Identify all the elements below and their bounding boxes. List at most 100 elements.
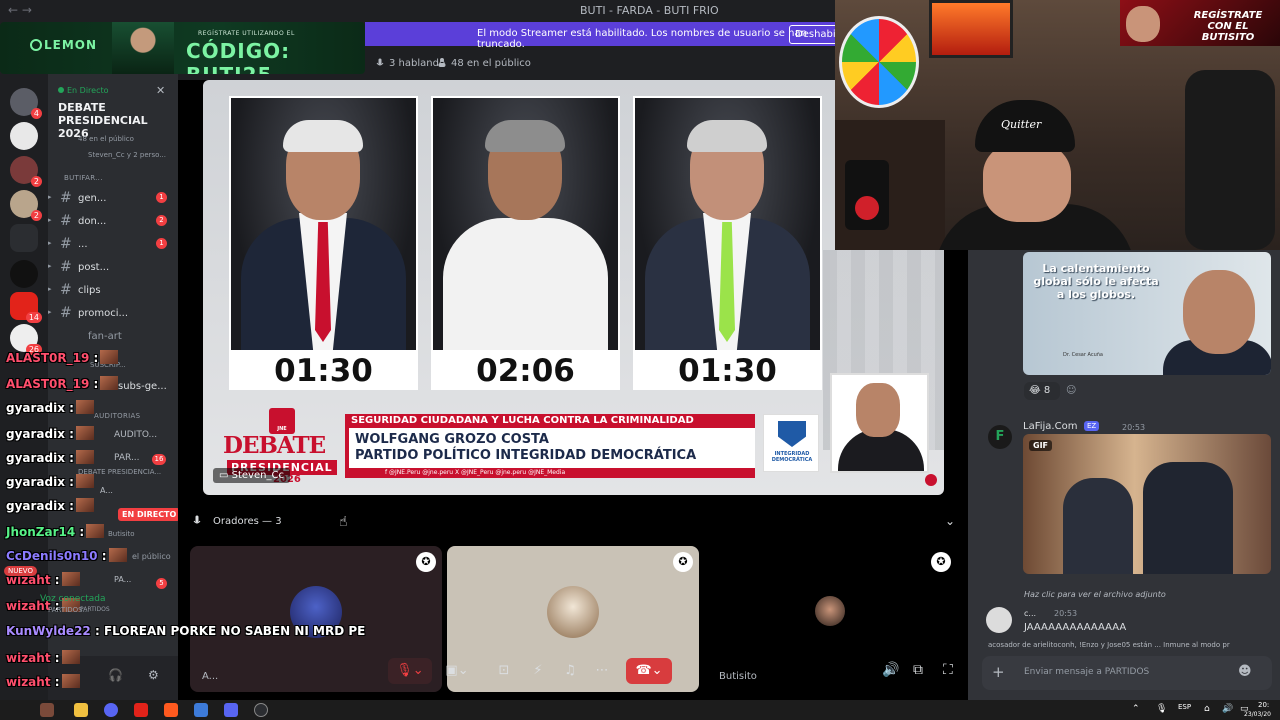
reaction-chip[interactable]: 😂 8 bbox=[1024, 382, 1060, 400]
hash-icon: # bbox=[60, 236, 72, 252]
category-header[interactable]: AUDITORIAS bbox=[94, 412, 140, 420]
close-icon[interactable]: ✕ bbox=[156, 84, 165, 97]
avatar bbox=[290, 586, 342, 638]
more-icon[interactable]: ⋯ bbox=[592, 658, 612, 684]
channel-item[interactable]: ▸ # gen... 1 bbox=[48, 188, 178, 208]
mute-button[interactable]: 🎙⌄ bbox=[388, 658, 432, 684]
emoji-icon[interactable]: ☻ bbox=[1238, 664, 1252, 679]
message-author[interactable]: LaFija.Com bbox=[1023, 421, 1077, 432]
camera-button[interactable]: ▣⌄ bbox=[438, 658, 476, 684]
stage-audience: 48 en el público bbox=[78, 135, 134, 143]
discord-icon[interactable] bbox=[224, 703, 238, 717]
plus-icon[interactable]: + bbox=[992, 663, 1005, 681]
taskbar-app-icon[interactable] bbox=[194, 703, 208, 717]
volume-icon[interactable]: 🔊 bbox=[1222, 704, 1233, 714]
gif-attachment[interactable]: GIF bbox=[1023, 434, 1271, 574]
social-handles: f @JNE.Peru @jne.peru X @JNE_Peru @jne.p… bbox=[345, 468, 755, 478]
server-icon[interactable] bbox=[10, 260, 38, 288]
fullscreen-icon[interactable]: ⛶ bbox=[943, 662, 953, 678]
speakers-header[interactable]: Oradores — 3 ⌄ bbox=[190, 512, 960, 532]
meme-image[interactable]: La calentamiento global sólo le afecta a… bbox=[1023, 252, 1271, 375]
category-header[interactable]: BUTIFAR... bbox=[64, 174, 103, 182]
server-icon[interactable]: 2 bbox=[10, 190, 42, 221]
ad-code-label: CÓDIGO: bbox=[186, 39, 291, 63]
debate-topic: SEGURIDAD CIUDADANA Y LUCHA CONTRA LA CR… bbox=[345, 414, 755, 428]
channel-item[interactable]: SUSCRIP... bbox=[48, 356, 178, 376]
star-icon[interactable]: ✪ bbox=[931, 552, 951, 572]
server-icon[interactable] bbox=[10, 122, 38, 150]
promo-banner: REGÍSTRATE CON EL BUTISITO bbox=[1120, 0, 1280, 46]
channel-item[interactable]: ▸ # clips bbox=[48, 280, 178, 300]
candidate-panel: 01:30 bbox=[633, 96, 822, 390]
screen-share-icon[interactable]: ⊡ bbox=[494, 658, 514, 684]
taskbar-app-icon[interactable] bbox=[134, 703, 148, 717]
network-icon[interactable]: ⌂ bbox=[1204, 704, 1210, 714]
unread-badge: 16 bbox=[152, 454, 166, 465]
server-icon[interactable]: 14 bbox=[10, 292, 42, 323]
leave-call-button[interactable]: ☎⌄ bbox=[626, 658, 672, 684]
reply-preview[interactable]: Haz clic para ver el archivo adjunto bbox=[1024, 590, 1166, 599]
voice-channel[interactable]: DEBATE PRESIDENCIA... bbox=[78, 468, 161, 486]
headphones-icon[interactable]: 🎧 bbox=[108, 668, 123, 682]
mic-icon[interactable]: 🎙 bbox=[1156, 704, 1167, 714]
voice-channel[interactable]: AUDITO... bbox=[114, 430, 157, 448]
hash-icon: # bbox=[60, 190, 72, 206]
back-forward-icon[interactable]: ← → bbox=[8, 3, 32, 17]
mic-icon bbox=[375, 58, 385, 71]
ad-banner[interactable]: LEMON REGÍSTRATE UTILIZANDO EL CÓDIGO: B… bbox=[0, 22, 365, 74]
stream-owner-tag: ▭ Steven_Cc bbox=[213, 468, 290, 483]
stream-video[interactable]: 01:30 02:06 01:30 JNE DEBATE SEGURIDAD C… bbox=[203, 80, 944, 495]
channel-item[interactable]: ▸ # post... bbox=[48, 257, 178, 277]
star-icon[interactable]: ✪ bbox=[673, 552, 693, 572]
avatar[interactable]: F bbox=[988, 425, 1012, 449]
folder-icon[interactable] bbox=[74, 703, 88, 717]
channel-item[interactable]: ▸ # promoci... bbox=[48, 303, 178, 323]
stage-people: Steven_Cc y 2 perso... bbox=[88, 151, 166, 159]
channel-name: don... bbox=[78, 216, 107, 227]
webcam-overlay: Quitter REGÍSTRATE CON EL BUTISITO bbox=[835, 0, 1280, 250]
server-icon[interactable]: 2 bbox=[10, 156, 42, 187]
candidate-party: PARTIDO POLÍTICO INTEGRIDAD DEMOCRÁTICA bbox=[355, 448, 697, 463]
hourglass-icon[interactable] bbox=[10, 224, 38, 252]
activity-icon[interactable]: ⚡ bbox=[528, 658, 548, 684]
channel-item[interactable]: subs-ge... bbox=[48, 376, 178, 396]
taskbar-app-icon[interactable] bbox=[254, 703, 268, 717]
language-indicator[interactable]: ESP bbox=[1178, 703, 1191, 711]
unread-badge: 2 bbox=[156, 215, 167, 226]
chevron-right-icon: ▸ bbox=[48, 193, 52, 201]
add-reaction-icon[interactable]: ☺ bbox=[1066, 385, 1076, 396]
channel-item[interactable]: ▸ # don... 2 bbox=[48, 211, 178, 231]
volume-icon[interactable]: 🔊 bbox=[882, 662, 899, 678]
candidate-screen bbox=[433, 98, 618, 350]
voice-channel[interactable]: A... bbox=[100, 486, 113, 504]
popout-icon[interactable]: ⧉ bbox=[913, 662, 923, 678]
meme-caption: La calentamiento global sólo le afecta a… bbox=[1033, 262, 1159, 301]
star-icon[interactable]: ✪ bbox=[416, 552, 436, 572]
chevron-right-icon: ▸ bbox=[48, 262, 52, 270]
root: ← → BUTI - FARDA - BUTI FRIO LEMON REGÍS… bbox=[0, 0, 1280, 720]
channel-item[interactable]: fan-art bbox=[48, 326, 178, 346]
gif-label: GIF bbox=[1029, 440, 1053, 451]
clock[interactable]: 20: bbox=[1258, 701, 1269, 709]
message-author[interactable]: c... bbox=[1024, 609, 1036, 618]
ad-small-text: REGÍSTRATE UTILIZANDO EL bbox=[198, 30, 295, 37]
voice-channel[interactable]: Butisito bbox=[108, 530, 135, 548]
brave-icon[interactable] bbox=[164, 703, 178, 717]
avatar[interactable] bbox=[986, 607, 1012, 633]
channel-name: gen... bbox=[78, 193, 107, 204]
disable-streamer-button[interactable]: Deshabi bbox=[789, 25, 842, 44]
voice-channel[interactable]: el público bbox=[132, 552, 171, 570]
taskbar-app-icon[interactable] bbox=[104, 703, 118, 717]
server-icon[interactable]: 4 bbox=[10, 88, 42, 119]
voice-badge-row: 5 bbox=[48, 574, 178, 589]
server-icon[interactable]: 26 bbox=[10, 324, 42, 355]
soundboard-icon[interactable]: ♫ bbox=[560, 658, 580, 684]
channel-item[interactable]: ▸ #... 1 bbox=[48, 234, 178, 254]
message-input[interactable]: + Enviar mensaje a PARTIDOS ☻ bbox=[982, 656, 1272, 690]
globe-icon bbox=[925, 474, 937, 486]
taskbar-app-icon[interactable] bbox=[40, 703, 54, 717]
gear-icon[interactable]: ⚙ bbox=[148, 668, 159, 682]
server-rail: 4 2 2 14 26 bbox=[0, 74, 48, 700]
chevron-down-icon[interactable]: ⌄ bbox=[945, 514, 955, 528]
chevron-up-icon[interactable]: ⌃ bbox=[1132, 704, 1140, 714]
